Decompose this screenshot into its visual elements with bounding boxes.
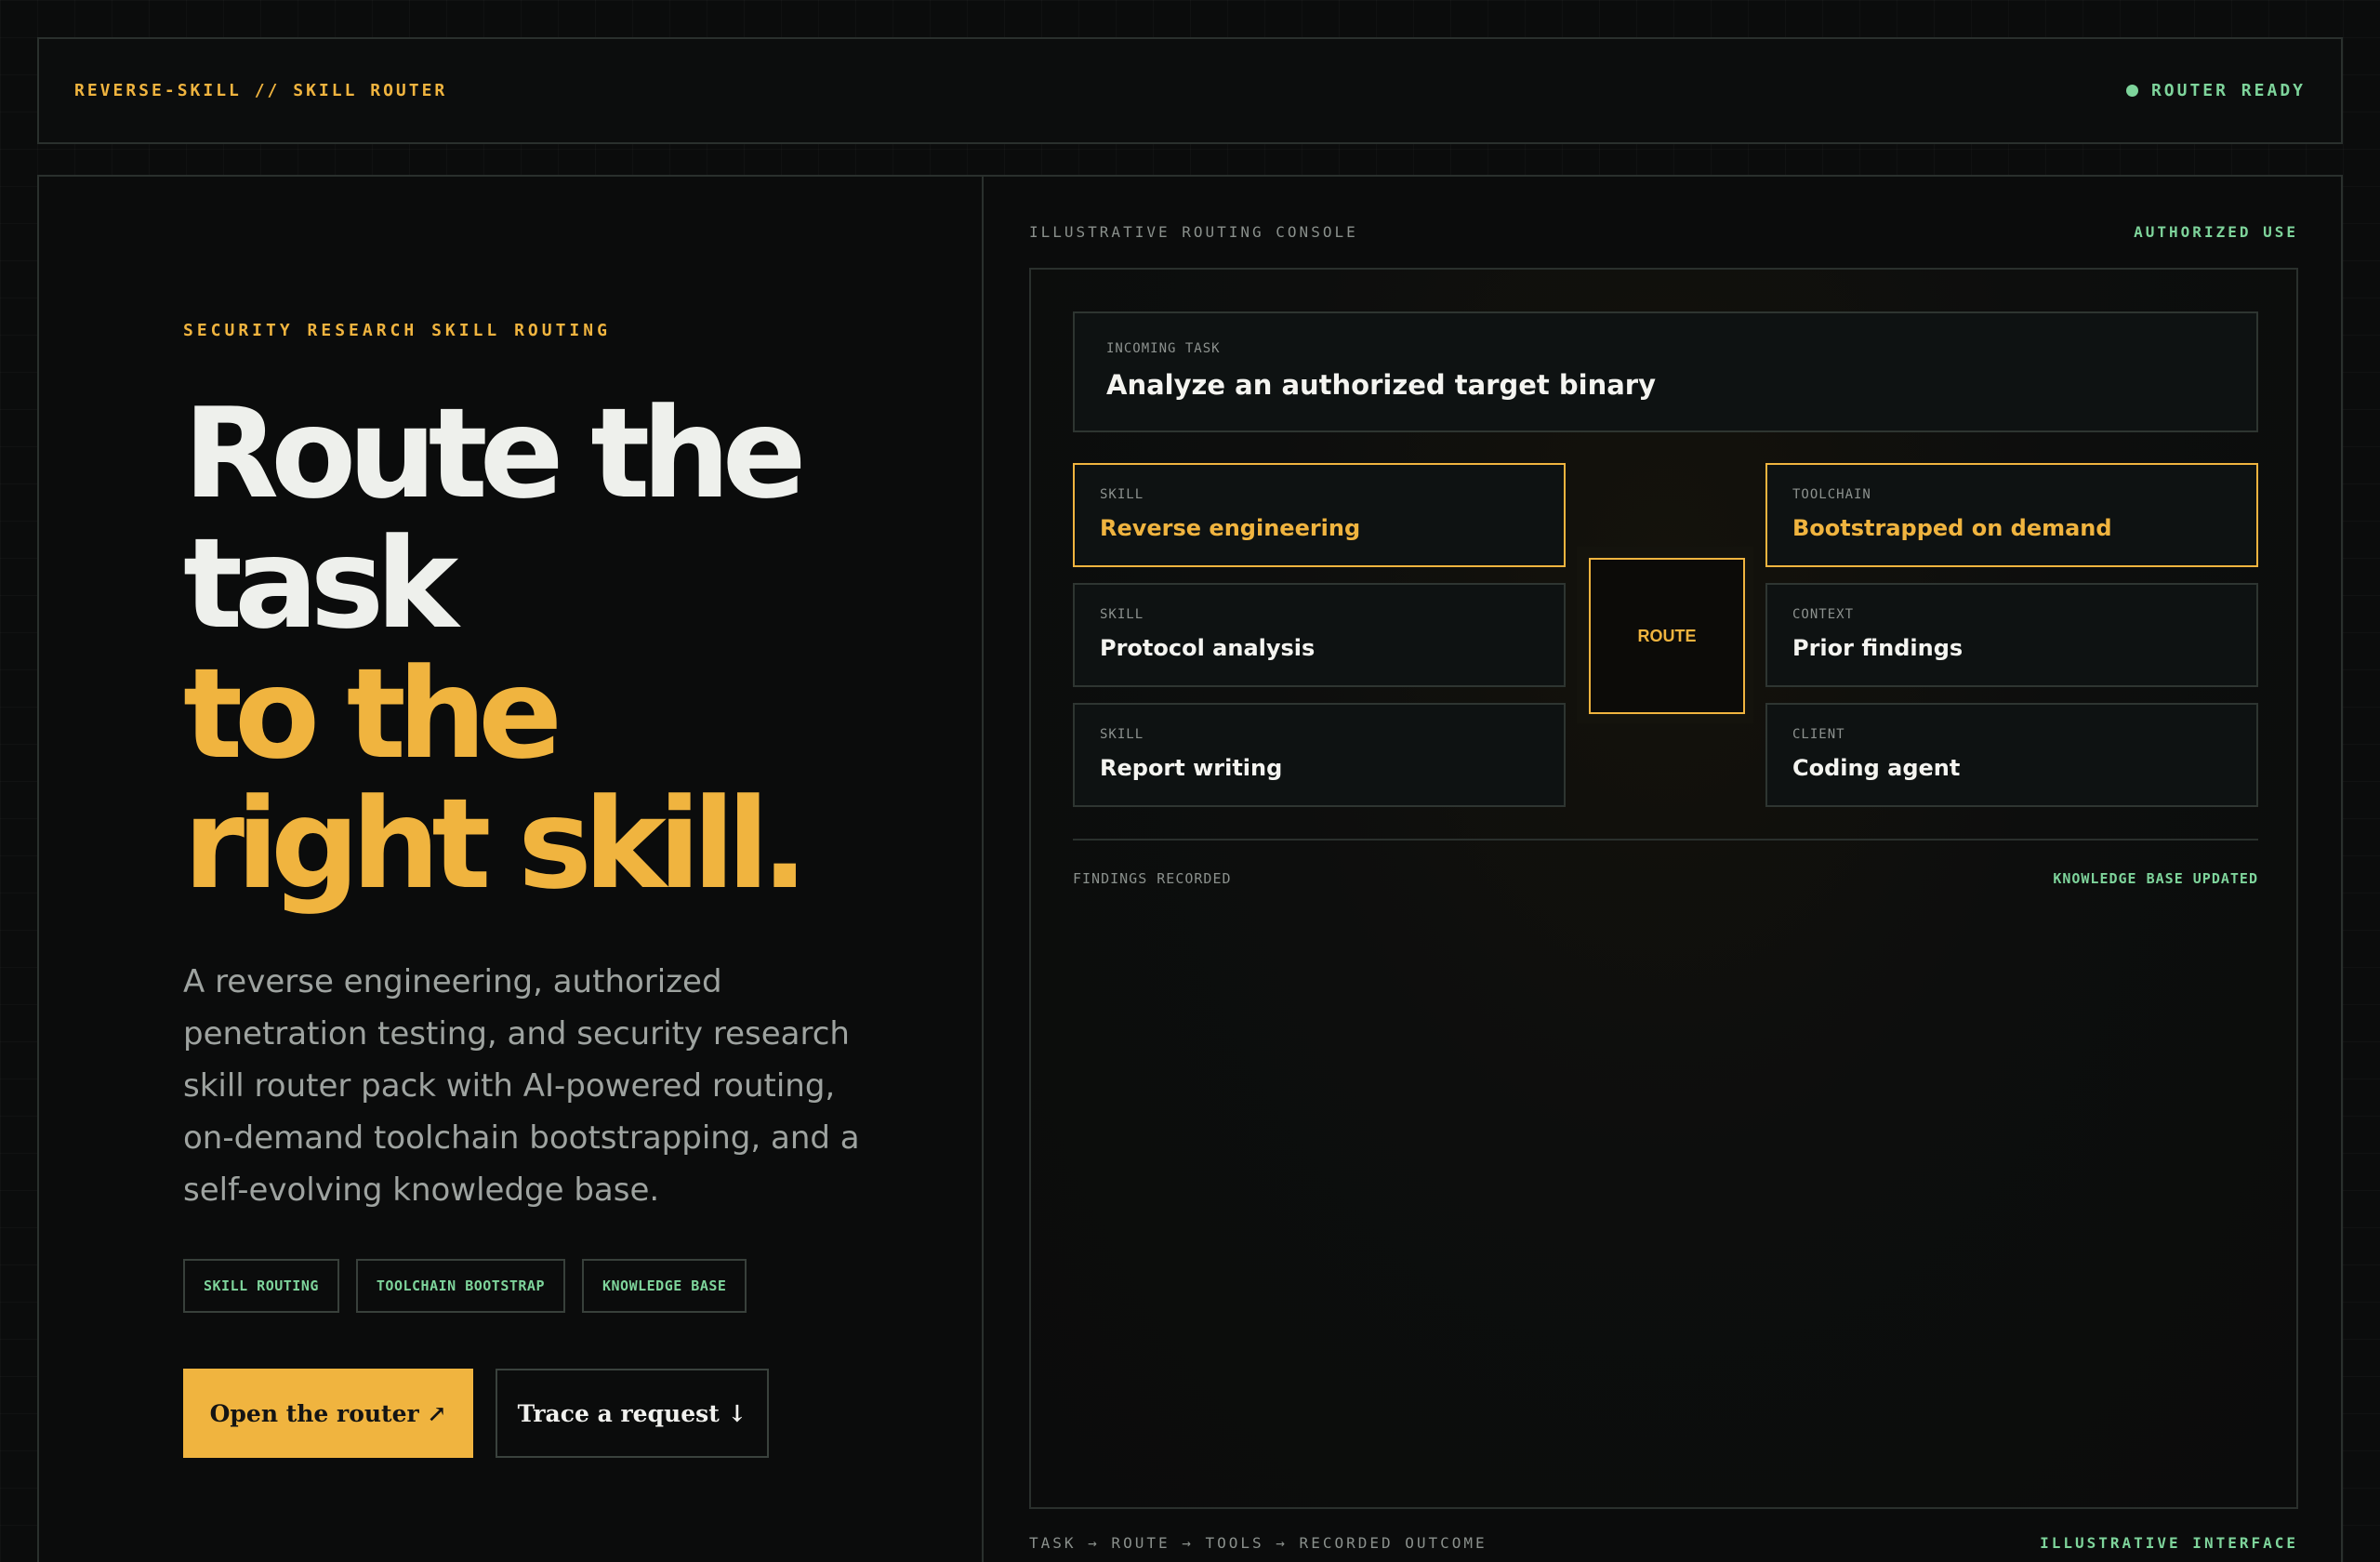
router-status: ROUTER READY	[2125, 81, 2306, 100]
brand-title[interactable]: REVERSE-SKILL // SKILL ROUTER	[74, 81, 447, 100]
target-card-label: CONTEXT	[1792, 607, 1855, 622]
target-card-label: CLIENT	[1792, 727, 1845, 742]
skill-card-value: Protocol analysis	[1100, 635, 1316, 661]
console-title: ILLUSTRATIVE ROUTING CONSOLE	[1029, 223, 1358, 241]
target-card-toolchain[interactable]: TOOLCHAIN Bootstrapped on demand	[1765, 463, 2258, 567]
incoming-task-title: Analyze an authorized target binary	[1106, 369, 1656, 401]
routing-console: INCOMING TASK Analyze an authorized targ…	[1029, 268, 2298, 1509]
main-panel: SECURITY RESEARCH SKILL ROUTING Route th…	[37, 175, 2343, 1562]
headline-line-1: Route the	[183, 381, 807, 526]
target-card-value: Prior findings	[1792, 635, 1964, 661]
trace-request-button[interactable]: Trace a request ↓	[496, 1369, 769, 1458]
skill-card-reverse-engineering[interactable]: SKILL Reverse engineering	[1073, 463, 1566, 567]
route-node[interactable]: ROUTE	[1589, 558, 1745, 714]
skill-card-value: Reverse engineering	[1100, 515, 1361, 541]
illustrative-interface-label: ILLUSTRATIVE INTERFACE	[2040, 1534, 2298, 1552]
target-card-value: Bootstrapped on demand	[1792, 515, 2112, 541]
target-card-context[interactable]: CONTEXT Prior findings	[1765, 583, 2258, 687]
authorized-use-label: AUTHORIZED USE	[2134, 223, 2298, 241]
incoming-task-card: INCOMING TASK Analyze an authorized targ…	[1073, 311, 2258, 432]
findings-recorded-label: FINDINGS RECORDED	[1073, 870, 1232, 887]
findings-row: FINDINGS RECORDED KNOWLEDGE BASE UPDATED	[1073, 870, 2258, 887]
console-footer: TASK → ROUTE → TOOLS → RECORDED OUTCOME …	[1029, 1534, 2298, 1552]
skill-card-label: SKILL	[1100, 487, 1144, 502]
target-card-value: Coding agent	[1792, 755, 1961, 781]
headline-line-2: task	[183, 511, 458, 656]
incoming-task-label: INCOMING TASK	[1106, 341, 1221, 356]
skill-card-protocol-analysis[interactable]: SKILL Protocol analysis	[1073, 583, 1566, 687]
hero-section: SECURITY RESEARCH SKILL ROUTING Route th…	[39, 177, 983, 1562]
target-card-client[interactable]: CLIENT Coding agent	[1765, 703, 2258, 807]
findings-divider	[1073, 839, 2258, 841]
panel-divider	[982, 177, 984, 1562]
top-bar: REVERSE-SKILL // SKILL ROUTER ROUTER REA…	[37, 37, 2343, 144]
tag-toolchain-bootstrap: TOOLCHAIN BOOTSTRAP	[355, 1259, 565, 1313]
feature-tags: SKILL ROUTING TOOLCHAIN BOOTSTRAP KNOWLE…	[183, 1259, 747, 1313]
open-router-button[interactable]: Open the router ↗	[183, 1369, 473, 1458]
console-header: ILLUSTRATIVE ROUTING CONSOLE AUTHORIZED …	[1029, 223, 2298, 241]
target-card-label: TOOLCHAIN	[1792, 487, 1871, 502]
status-dot-icon	[2125, 85, 2138, 97]
pipeline-caption: TASK → ROUTE → TOOLS → RECORDED OUTCOME	[1029, 1534, 1488, 1552]
skill-card-label: SKILL	[1100, 607, 1144, 622]
headline-line-4: right skill.	[183, 772, 809, 917]
cta-group: Open the router ↗ Trace a request ↓	[183, 1369, 769, 1458]
hero-headline: Route the task to the right skill.	[183, 389, 945, 909]
router-status-label: ROUTER READY	[2150, 81, 2306, 100]
tag-knowledge-base: KNOWLEDGE BASE	[582, 1259, 747, 1313]
hero-description: A reverse engineering, authorized penetr…	[183, 963, 860, 1209]
headline-line-3: to the	[183, 642, 562, 787]
skill-card-label: SKILL	[1100, 727, 1144, 742]
skill-card-value: Report writing	[1100, 755, 1283, 781]
skill-card-report-writing[interactable]: SKILL Report writing	[1073, 703, 1566, 807]
knowledge-base-updated-label: KNOWLEDGE BASE UPDATED	[2053, 870, 2258, 887]
hero-eyebrow: SECURITY RESEARCH SKILL ROUTING	[183, 321, 611, 340]
tag-skill-routing: SKILL ROUTING	[183, 1259, 339, 1313]
